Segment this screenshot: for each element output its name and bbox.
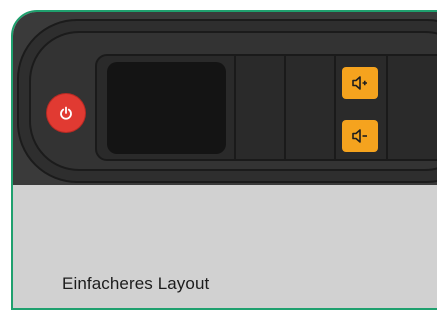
volume-down-button[interactable] (342, 120, 378, 152)
layout-caption: Einfacheres Layout (62, 274, 210, 293)
volume-up-button[interactable] (342, 67, 378, 99)
volume-up-icon (352, 76, 367, 90)
volume-down-icon (352, 129, 367, 143)
power-icon (60, 106, 72, 120)
power-button[interactable] (47, 94, 85, 132)
strip-divider (284, 56, 286, 159)
strip-divider (334, 56, 336, 159)
strip-divider (234, 56, 236, 159)
strip-divider (386, 56, 388, 159)
device-card: Einfacheres Layout (11, 10, 437, 310)
display-screen (107, 62, 226, 154)
